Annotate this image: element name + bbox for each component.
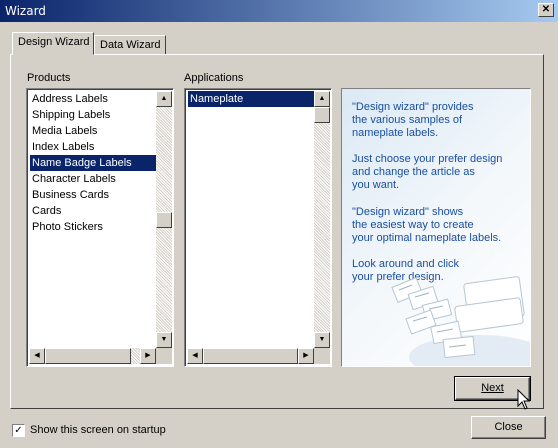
list-item[interactable]: Character Labels — [30, 171, 118, 187]
scroll-corner — [156, 348, 172, 364]
scroll-down-icon: ▼ — [318, 336, 326, 343]
next-button-label: Next — [481, 382, 504, 394]
scroll-left-button[interactable]: ◀ — [187, 348, 203, 364]
info-line: you want. — [352, 179, 400, 191]
info-line: "Design wizard" provides — [352, 101, 474, 113]
scroll-up-icon: ▲ — [318, 95, 326, 102]
scroll-down-button[interactable]: ▼ — [156, 332, 172, 348]
list-item-selected[interactable]: Name Badge Labels — [30, 155, 156, 171]
cursor-icon — [517, 389, 531, 410]
applications-vertical-scrollbar[interactable]: ▲ ▼ — [314, 91, 330, 348]
scroll-corner — [314, 348, 330, 364]
list-item[interactable]: Index Labels — [30, 139, 96, 155]
check-icon: ✓ — [14, 425, 23, 436]
scroll-thumb[interactable] — [156, 212, 172, 228]
applications-horizontal-scrollbar[interactable]: ◀ ▶ — [187, 348, 314, 364]
window-title: Wizard — [5, 4, 46, 18]
info-paragraph-2: Just choose your prefer design and chang… — [352, 153, 502, 192]
scroll-down-button[interactable]: ▼ — [314, 332, 330, 348]
scroll-right-button[interactable]: ▶ — [140, 348, 156, 364]
list-item[interactable]: Address Labels — [30, 91, 110, 107]
scroll-right-icon: ▶ — [145, 352, 151, 359]
scroll-up-button[interactable]: ▲ — [156, 91, 172, 107]
tab-data-wizard-label: Data Wizard — [100, 39, 161, 51]
scroll-right-icon: ▶ — [303, 352, 309, 359]
list-item[interactable]: Cards — [30, 203, 63, 219]
window-close-button[interactable]: ✕ — [538, 3, 554, 17]
close-icon: ✕ — [541, 4, 551, 15]
scroll-up-icon: ▲ — [160, 95, 168, 102]
info-line: your optimal nameplate labels. — [352, 232, 502, 244]
scroll-left-icon: ◀ — [34, 352, 40, 359]
startup-checkbox[interactable]: ✓ — [12, 424, 25, 437]
printer-labels-illustration — [391, 276, 530, 366]
applications-list[interactable]: Nameplate ▲ ▼ ◀ ▶ — [184, 88, 332, 367]
list-item[interactable]: Photo Stickers — [30, 219, 105, 235]
products-list[interactable]: Address Labels Shipping Labels Media Lab… — [26, 88, 174, 367]
list-item[interactable]: Business Cards — [30, 187, 111, 203]
scroll-thumb[interactable] — [45, 348, 131, 364]
scroll-left-icon: ◀ — [192, 352, 198, 359]
info-line: the various samples of — [352, 114, 463, 126]
info-line: the easiest way to create — [352, 219, 474, 231]
startup-checkbox-label: Show this screen on startup — [30, 424, 166, 436]
info-paragraph-1: "Design wizard" provides the various sam… — [352, 101, 474, 140]
scroll-right-button[interactable]: ▶ — [298, 348, 314, 364]
tab-design-wizard[interactable]: Design Wizard — [12, 32, 94, 55]
info-line: Just choose your prefer design — [352, 153, 503, 165]
tab-data-wizard[interactable]: Data Wizard — [94, 35, 166, 55]
products-vertical-scrollbar[interactable]: ▲ ▼ — [156, 91, 172, 348]
applications-label: Applications — [184, 72, 244, 84]
scroll-thumb[interactable] — [203, 348, 298, 364]
info-line: "Design wizard" shows — [352, 206, 464, 218]
scroll-up-button[interactable]: ▲ — [314, 91, 330, 107]
scroll-thumb[interactable] — [314, 107, 330, 123]
scroll-left-button[interactable]: ◀ — [29, 348, 45, 364]
info-panel: "Design wizard" provides the various sam… — [341, 88, 531, 367]
products-label: Products — [27, 72, 71, 84]
list-item-selected[interactable]: Nameplate — [188, 91, 314, 107]
info-paragraph-3: "Design wizard" shows the easiest way to… — [352, 206, 501, 245]
list-item[interactable]: Shipping Labels — [30, 107, 112, 123]
scroll-down-icon: ▼ — [160, 336, 168, 343]
info-line: nameplate labels. — [352, 127, 439, 139]
list-item[interactable]: Media Labels — [30, 123, 99, 139]
title-bar: Wizard ✕ — [0, 0, 558, 22]
products-horizontal-scrollbar[interactable]: ◀ ▶ — [29, 348, 156, 364]
tab-design-wizard-label: Design Wizard — [18, 36, 90, 48]
info-line: and change the article as — [352, 166, 475, 178]
close-button-label: Close — [494, 421, 523, 433]
close-button[interactable]: Close — [471, 416, 546, 439]
